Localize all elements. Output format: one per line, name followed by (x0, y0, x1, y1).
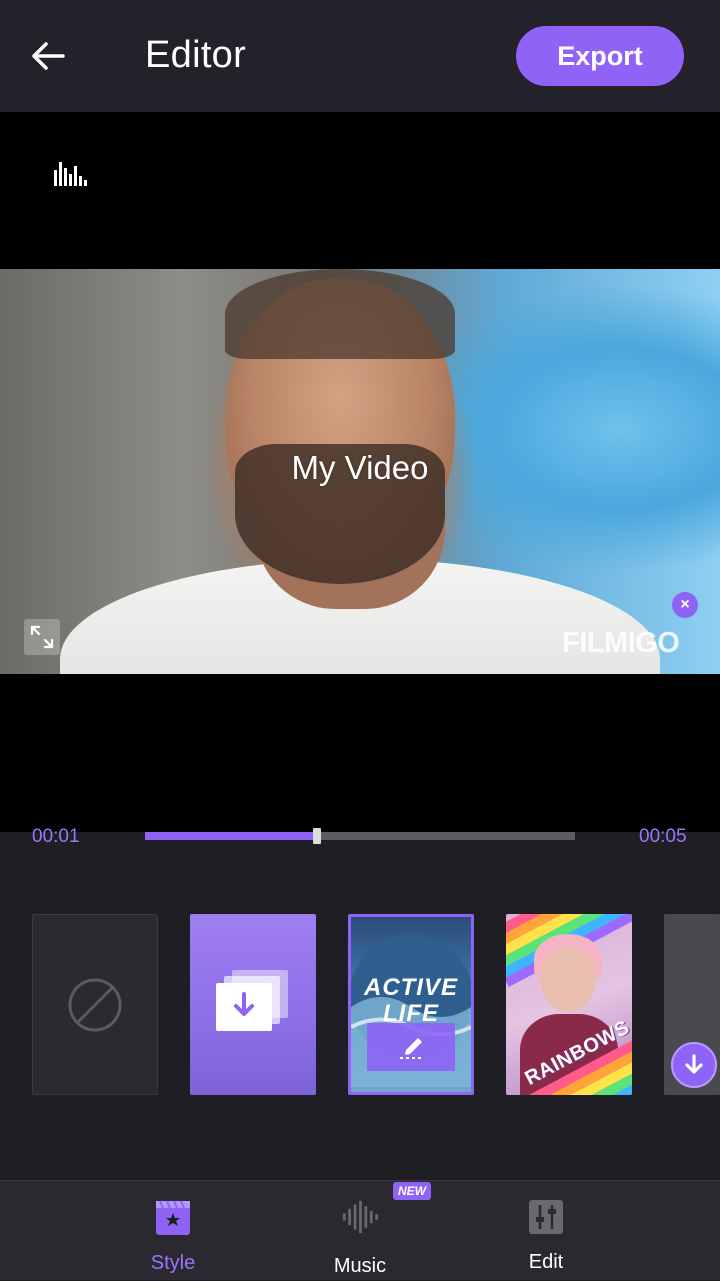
video-preview[interactable]: My Video FILMIGO × (0, 112, 720, 832)
music-waveform-icon (342, 1200, 378, 1234)
style-none-card[interactable] (32, 914, 158, 1095)
nav-tab-edit-label: Edit (528, 1251, 564, 1273)
download-arrow-icon (685, 1054, 703, 1074)
nav-tab-style[interactable]: Style (108, 1181, 238, 1281)
style-picker: ACTIVE LIFE RAINBOWS (0, 914, 720, 1096)
top-bar: Editor Export (0, 0, 720, 112)
download-template-icon (216, 970, 288, 1031)
fullscreen-button[interactable] (24, 619, 60, 655)
seek-bar-thumb[interactable] (313, 828, 321, 844)
active-life-label: ACTIVE LIFE (363, 974, 458, 1027)
style-rainbows-card[interactable]: RAINBOWS (506, 914, 632, 1095)
bottom-nav: Style NEW Music Edit (0, 1180, 720, 1280)
nav-tab-edit[interactable]: Edit (481, 1181, 611, 1281)
style-active-life-card[interactable]: ACTIVE LIFE (348, 914, 474, 1095)
current-time: 00:01 (32, 826, 80, 847)
seek-bar[interactable] (145, 828, 575, 844)
page-title: Editor (145, 34, 247, 76)
playback-timeline: 00:01 00:05 (0, 826, 720, 882)
expand-icon (30, 625, 54, 649)
export-button[interactable]: Export (516, 26, 684, 86)
nav-tab-music[interactable]: NEW Music (295, 1181, 431, 1281)
watermark-logo: FILMIGO (562, 627, 680, 659)
style-clapper-icon (156, 1200, 190, 1235)
nav-tab-style-label: Style (150, 1252, 196, 1274)
nav-tab-music-label: Music (333, 1255, 387, 1277)
video-hair-shape (225, 269, 455, 359)
edit-style-button[interactable] (367, 1023, 455, 1071)
remove-watermark-button[interactable]: × (672, 592, 698, 618)
audio-levels-icon (54, 162, 87, 186)
total-time: 00:05 (639, 826, 687, 847)
edit-sliders-icon (529, 1200, 563, 1234)
new-badge: NEW (393, 1182, 431, 1200)
back-button[interactable] (22, 30, 74, 82)
rainbow-model-face (540, 946, 596, 1012)
style-download-card[interactable] (190, 914, 316, 1095)
pencil-icon (400, 1038, 422, 1059)
seek-bar-progress (145, 832, 317, 840)
no-style-icon (68, 978, 122, 1031)
close-icon: × (680, 596, 690, 613)
back-arrow-icon (32, 42, 65, 70)
video-title-text[interactable]: My Video (0, 449, 720, 487)
video-frame[interactable]: My Video FILMIGO × (0, 269, 720, 674)
download-style-button[interactable] (671, 1042, 717, 1088)
